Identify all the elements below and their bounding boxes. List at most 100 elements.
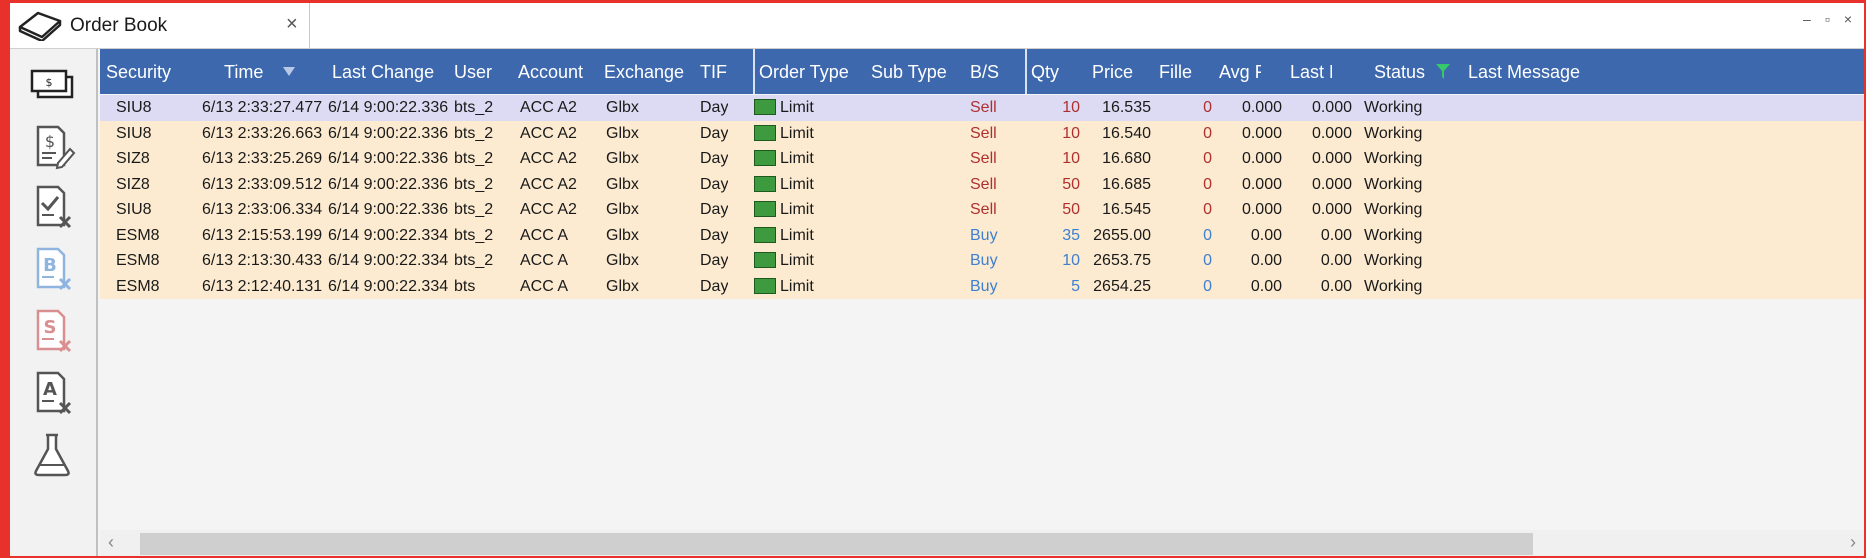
scroll-thumb[interactable]: [140, 533, 1533, 555]
col-filled[interactable]: Fille: [1159, 62, 1193, 83]
cell-user: bts_2: [454, 99, 494, 116]
edit-order-button[interactable]: $: [24, 119, 80, 175]
close-window-icon[interactable]: ×: [1844, 11, 1852, 27]
col-order-type[interactable]: Order Type: [759, 62, 849, 83]
cell-security: SIZ8: [116, 175, 150, 193]
cell-security: ESM8: [116, 277, 160, 295]
cancel-selected-icon: [36, 185, 72, 229]
col-avg-fill[interactable]: Avg Fi: [1219, 62, 1261, 83]
cancel-buy-button[interactable]: B: [24, 241, 80, 297]
cancel-selected-button[interactable]: [24, 179, 80, 235]
cell-order-type: Limit: [780, 201, 814, 218]
cell-tif: Day: [700, 252, 729, 269]
cell-filled: 0: [1203, 201, 1212, 218]
table-row[interactable]: SIZ8 6/13 2:33:25.269 PM6/14 9:00:22.336 …: [100, 146, 1864, 172]
cell-last-change: 6/14 9:00:22.336 AM: [328, 124, 450, 142]
table-row[interactable]: SIZ8 6/13 2:33:09.512 PM6/14 9:00:22.336 …: [100, 171, 1864, 197]
cell-bs: Sell: [970, 201, 997, 218]
cell-avg-fill: 0.000: [1241, 175, 1282, 193]
cell-user: bts_2: [454, 226, 494, 244]
col-exchange[interactable]: Exchange: [604, 62, 684, 83]
order-type-color-icon: [754, 99, 776, 115]
tab-bar: Order Book × – ▫ ×: [10, 3, 1864, 49]
cell-status: Working: [1364, 226, 1423, 244]
cell-qty: 5: [1071, 277, 1080, 295]
cell-account: ACC A2: [520, 150, 577, 167]
cell-order-type: Limit: [780, 226, 814, 244]
cell-filled: 0: [1203, 226, 1212, 244]
cell-account: ACC A2: [520, 201, 577, 218]
cell-exchange: Glbx: [606, 201, 639, 218]
cell-qty: 50: [1062, 175, 1080, 193]
cancel-all-icon: A: [36, 371, 72, 415]
col-tif[interactable]: TIF: [700, 62, 727, 83]
cell-qty: 10: [1062, 124, 1080, 142]
col-account[interactable]: Account: [518, 62, 583, 83]
column-divider[interactable]: [753, 49, 755, 94]
horizontal-scrollbar[interactable]: ‹ ›: [100, 530, 1864, 556]
cell-last-change: 6/14 9:00:22.334 AM: [328, 252, 450, 269]
cell-avg-fill: 0.000: [1241, 150, 1282, 167]
filter-icon[interactable]: [1436, 64, 1450, 80]
svg-text:A: A: [43, 379, 57, 400]
cell-bs: Buy: [970, 252, 998, 269]
order-type-color-icon: [754, 252, 776, 268]
cell-filled: 0: [1203, 150, 1212, 167]
col-user[interactable]: User: [454, 62, 492, 83]
cell-user: bts_2: [454, 150, 494, 167]
cell-order-type: Limit: [780, 175, 814, 193]
orders-icon: $: [30, 69, 74, 99]
col-security[interactable]: Security: [106, 62, 171, 83]
scroll-right-icon[interactable]: ›: [1850, 532, 1856, 553]
table-row[interactable]: SIU8 6/13 2:33:27.477 PM6/14 9:00:22.336 …: [100, 95, 1864, 121]
cell-bs: Buy: [970, 226, 998, 244]
cell-time: 6/13 2:33:27.477 PM: [202, 99, 324, 116]
order-type-color-icon: [754, 124, 776, 141]
table-row[interactable]: ESM8 6/13 2:15:53.199 PM6/14 9:00:22.334 …: [100, 222, 1864, 248]
cancel-sell-button[interactable]: S: [24, 303, 80, 359]
col-last-fill[interactable]: Last F: [1290, 62, 1332, 83]
cell-qty: 35: [1062, 226, 1080, 244]
tab-order-book[interactable]: Order Book ×: [10, 3, 310, 48]
minimize-icon[interactable]: –: [1803, 11, 1811, 27]
cell-status: Working: [1364, 277, 1423, 295]
cell-security: SIU8: [116, 99, 152, 116]
cancel-all-button[interactable]: A: [24, 365, 80, 421]
cell-order-type: Limit: [780, 277, 814, 295]
col-status[interactable]: Status: [1374, 62, 1425, 83]
cell-last-change: 6/14 9:00:22.334 AM: [328, 226, 450, 244]
maximize-icon[interactable]: ▫: [1825, 11, 1830, 27]
table-row[interactable]: SIU8 6/13 2:33:06.334 PM6/14 9:00:22.336 …: [100, 197, 1864, 223]
table-row[interactable]: ESM8 6/13 2:13:30.433 PM6/14 9:00:22.334 …: [100, 248, 1864, 274]
col-time[interactable]: Time: [224, 62, 263, 83]
cell-exchange: Glbx: [606, 124, 639, 142]
col-last-message[interactable]: Last Message: [1468, 62, 1580, 83]
col-sub-type[interactable]: Sub Type: [871, 62, 947, 83]
cell-last-change: 6/14 9:00:22.334 AM: [328, 277, 450, 295]
order-book-window: Order Book × – ▫ × $ $ B S A Security Ti…: [10, 3, 1864, 556]
cell-exchange: Glbx: [606, 99, 639, 116]
orders-button[interactable]: $: [24, 59, 80, 115]
cell-bs: Sell: [970, 99, 997, 116]
table-row[interactable]: ESM8 6/13 2:12:40.131 PM6/14 9:00:22.334 …: [100, 273, 1864, 299]
grid-body: SIU8 6/13 2:33:27.477 PM6/14 9:00:22.336 …: [100, 95, 1864, 299]
lab-flask-icon: [34, 433, 70, 477]
table-row[interactable]: SIU8 6/13 2:33:26.663 PM6/14 9:00:22.336 …: [100, 120, 1864, 146]
lab-button[interactable]: [24, 427, 80, 483]
cell-security: SIZ8: [116, 150, 150, 167]
close-tab-icon[interactable]: ×: [286, 13, 298, 36]
cell-order-type: Limit: [780, 252, 814, 269]
cell-filled: 0: [1203, 175, 1212, 193]
col-last-change[interactable]: Last Change: [332, 62, 434, 83]
col-bs[interactable]: B/S: [970, 62, 999, 83]
cell-last-fill: 0.000: [1311, 201, 1352, 218]
column-divider[interactable]: [1025, 49, 1027, 94]
window-controls: – ▫ ×: [1803, 11, 1852, 27]
cell-tif: Day: [700, 277, 729, 295]
grid-header: Security Time Last Change User Account E…: [100, 49, 1864, 94]
scroll-left-icon[interactable]: ‹: [108, 532, 114, 553]
col-qty[interactable]: Qty: [1031, 62, 1059, 83]
col-price[interactable]: Price: [1092, 62, 1133, 83]
cell-time: 6/13 2:33:09.512 PM: [202, 175, 324, 193]
edit-order-icon: $: [36, 125, 76, 170]
